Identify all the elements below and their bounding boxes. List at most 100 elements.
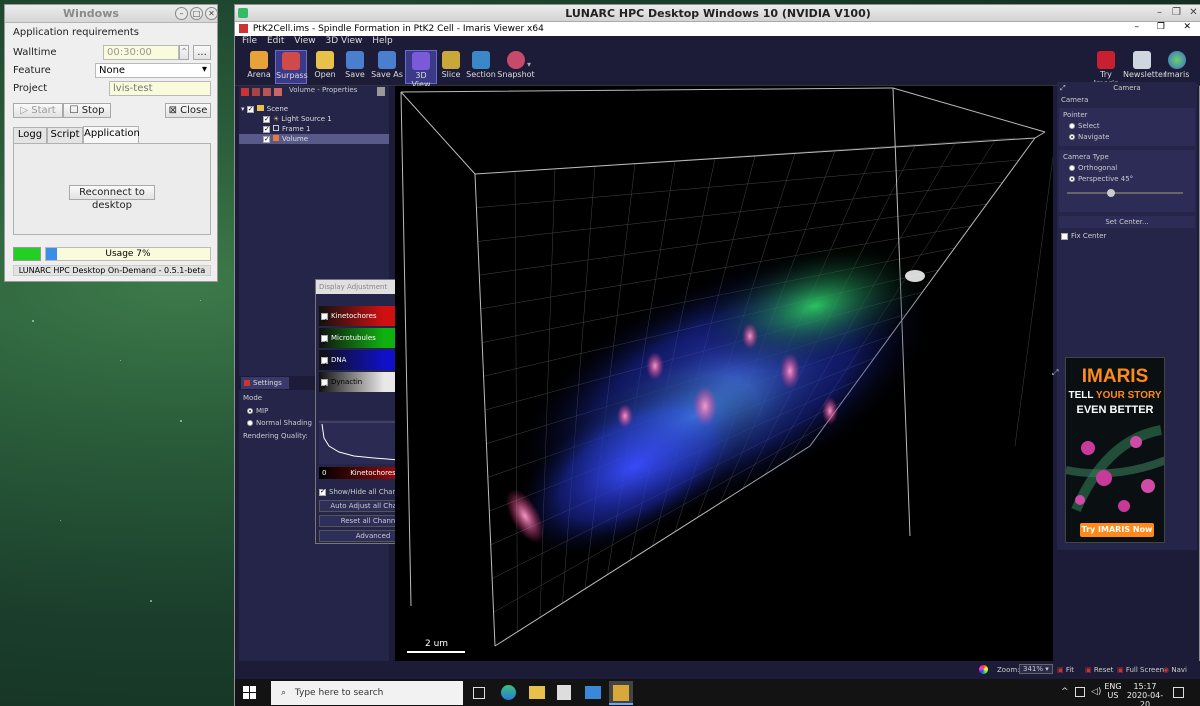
fix-center-checkbox[interactable] bbox=[1061, 232, 1068, 240]
reset-button[interactable]: ▣ Reset bbox=[1085, 666, 1113, 674]
store-icon[interactable] bbox=[557, 685, 571, 700]
scene-checkbox[interactable] bbox=[246, 104, 254, 114]
windows-start-icon[interactable] bbox=[243, 686, 257, 700]
perspective-slider[interactable] bbox=[1067, 189, 1183, 197]
edge-icon[interactable] bbox=[501, 685, 516, 700]
tab-logg[interactable]: Logg bbox=[13, 127, 47, 143]
tool-section[interactable]: Section bbox=[465, 50, 497, 84]
mode-mip-label: MIP bbox=[256, 407, 269, 415]
tool-newsletter[interactable]: Newsletter bbox=[1123, 50, 1166, 84]
full-screen-button[interactable]: ▣ Full Screen bbox=[1117, 666, 1164, 674]
minimize-icon[interactable]: – bbox=[175, 7, 188, 20]
mip-radio[interactable] bbox=[247, 408, 253, 414]
navigate-radio[interactable] bbox=[1069, 134, 1075, 140]
taskbar-search[interactable]: ⌕ Type here to search bbox=[271, 681, 463, 705]
dynactin-checkbox[interactable] bbox=[321, 377, 328, 397]
tab-settings[interactable]: Settings bbox=[241, 377, 289, 389]
minimize-icon[interactable]: – bbox=[1153, 7, 1166, 20]
start-button[interactable]: ▷ Start bbox=[13, 103, 63, 118]
tree-item-frame[interactable]: Frame 1 bbox=[239, 124, 389, 134]
camera-perspective[interactable]: Perspective 45° bbox=[1069, 175, 1191, 183]
fit-button[interactable]: ▣ Fit bbox=[1057, 666, 1074, 674]
clock[interactable]: 15:17 2020-04-20 bbox=[1123, 682, 1167, 706]
tool-surpass[interactable]: Surpass bbox=[275, 50, 308, 84]
mail-icon[interactable] bbox=[585, 686, 601, 699]
tool-save[interactable]: Save bbox=[339, 50, 371, 84]
maximize-icon[interactable]: □ bbox=[190, 7, 203, 20]
volume-checkbox[interactable] bbox=[263, 134, 270, 144]
tree-item-volume[interactable]: Volume bbox=[239, 134, 389, 144]
mode-normal-shading[interactable]: Normal Shading bbox=[247, 419, 312, 427]
frame-checkbox[interactable] bbox=[263, 124, 270, 134]
tree-item-scene[interactable]: ▾ Scene bbox=[239, 104, 389, 114]
tool-imaris[interactable]: Imaris bbox=[1161, 50, 1193, 84]
walltime-input[interactable]: 00:30:00 bbox=[103, 45, 179, 60]
expand-panel-icon[interactable]: ⤢ bbox=[1052, 368, 1058, 378]
tree-item-light-source[interactable]: ☀Light Source 1 bbox=[239, 114, 389, 124]
close-icon[interactable]: ✕ bbox=[1183, 22, 1191, 32]
perspective-radio[interactable] bbox=[1069, 176, 1075, 182]
menu-help[interactable]: Help bbox=[372, 36, 393, 46]
reconnect-button[interactable]: Reconnect to desktop bbox=[69, 185, 155, 211]
menu-3d-view[interactable]: 3D View bbox=[325, 36, 362, 46]
project-input[interactable]: lvis-test bbox=[109, 81, 211, 96]
tool-try-imaris[interactable]: Try Imaris bbox=[1089, 50, 1123, 88]
imaris-ad-banner[interactable]: IMARIS TELL YOUR STORY EVEN BETTER Try I… bbox=[1065, 357, 1165, 543]
tool-3d-view[interactable]: 3D View bbox=[405, 50, 437, 89]
add-spots-icon[interactable] bbox=[263, 88, 271, 96]
tray-chevron-icon[interactable]: ^ bbox=[1061, 687, 1069, 697]
microtubules-checkbox[interactable] bbox=[321, 333, 328, 353]
walltime-more-button[interactable]: ... bbox=[193, 45, 211, 60]
tab-application[interactable]: Application bbox=[83, 126, 140, 143]
show-hide-checkbox[interactable] bbox=[319, 487, 326, 496]
maximize-icon[interactable]: ❐ bbox=[1157, 22, 1165, 32]
tab-script[interactable]: Script bbox=[47, 127, 83, 143]
menu-edit[interactable]: Edit bbox=[267, 36, 284, 46]
tool-save-as[interactable]: Save As bbox=[369, 50, 405, 84]
slider-handle[interactable] bbox=[1107, 189, 1115, 197]
close-icon[interactable]: ✕ bbox=[205, 7, 218, 20]
normal-shading-radio[interactable] bbox=[247, 420, 253, 426]
navi-button[interactable]: ◉ Navi bbox=[1163, 666, 1187, 674]
ad-cta-button[interactable]: Try IMARIS Now bbox=[1080, 523, 1154, 537]
add-group-icon[interactable] bbox=[252, 88, 260, 96]
language-indicator[interactable]: ENG US bbox=[1103, 682, 1123, 700]
tool-arena[interactable]: Arena bbox=[243, 50, 275, 84]
feature-select[interactable]: None ▾ bbox=[95, 63, 211, 78]
kinetochores-checkbox[interactable] bbox=[321, 311, 328, 331]
set-center-button[interactable]: Set Center... bbox=[1059, 216, 1195, 228]
mode-mip[interactable]: MIP bbox=[247, 407, 268, 415]
task-view-icon[interactable] bbox=[473, 687, 485, 699]
restore-icon[interactable]: ❐ bbox=[1170, 7, 1183, 20]
add-surface-icon[interactable] bbox=[274, 88, 282, 96]
dna-checkbox[interactable] bbox=[321, 355, 328, 375]
light-checkbox[interactable] bbox=[263, 114, 270, 124]
trash-icon[interactable] bbox=[377, 87, 385, 96]
select-radio[interactable] bbox=[1069, 123, 1075, 129]
add-object-icon[interactable] bbox=[241, 88, 249, 96]
fix-center[interactable]: Fix Center bbox=[1061, 232, 1197, 240]
orthogonal-radio[interactable] bbox=[1069, 165, 1075, 171]
menu-file[interactable]: File bbox=[242, 36, 257, 46]
close-button[interactable]: ⊠ Close bbox=[165, 103, 211, 118]
camera-orthogonal[interactable]: Orthogonal bbox=[1069, 164, 1191, 172]
properties-panel: Volume - Properties ▾ Scene ☀Light Sourc… bbox=[239, 86, 431, 661]
color-wheel-icon[interactable] bbox=[979, 665, 988, 674]
close-icon[interactable]: ✕ bbox=[1187, 7, 1200, 20]
file-explorer-icon[interactable] bbox=[529, 686, 545, 699]
notification-icon[interactable] bbox=[1173, 687, 1184, 698]
zoom-field[interactable]: 341% ▾ bbox=[1019, 664, 1053, 674]
volume-icon[interactable]: ◁) bbox=[1091, 687, 1101, 697]
minimize-icon[interactable]: – bbox=[1135, 22, 1140, 32]
pointer-select[interactable]: Select bbox=[1069, 122, 1191, 130]
imaris-taskbar-icon[interactable] bbox=[609, 681, 633, 705]
walltime-stepper[interactable]: ⌃ bbox=[179, 45, 189, 60]
tool-open[interactable]: Open bbox=[309, 50, 341, 84]
tool-slice[interactable]: Slice bbox=[435, 50, 467, 84]
menu-view[interactable]: View bbox=[294, 36, 315, 46]
network-icon[interactable] bbox=[1075, 687, 1085, 697]
snapshot-dropdown-icon[interactable]: ▾ bbox=[527, 60, 531, 69]
3d-viewport[interactable]: 2 um bbox=[395, 86, 1053, 662]
stop-button[interactable]: ☐ Stop bbox=[63, 103, 111, 118]
pointer-navigate[interactable]: Navigate bbox=[1069, 133, 1191, 141]
